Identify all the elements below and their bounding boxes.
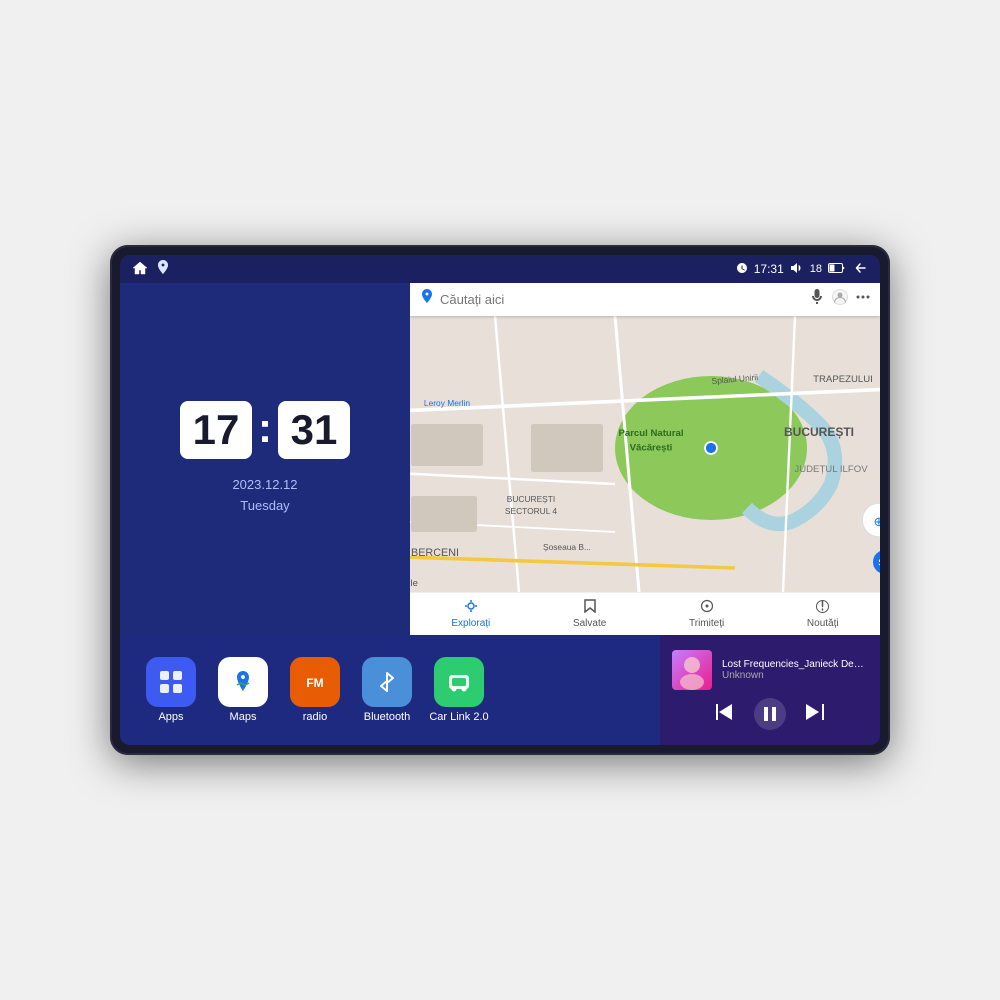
svg-text:BUCUREȘTI: BUCUREȘTI — [784, 425, 854, 439]
apps-section: Apps Maps — [120, 635, 660, 745]
status-right: 17:31 18 — [736, 261, 868, 278]
map-nav-saved[interactable]: Salvate — [573, 599, 606, 629]
music-text: Lost Frequencies_Janieck Devy-... Unknow… — [722, 659, 868, 681]
maps-icon — [218, 657, 268, 707]
music-title: Lost Frequencies_Janieck Devy-... — [722, 659, 868, 670]
volume-icon[interactable] — [790, 262, 804, 277]
music-thumbnail — [672, 650, 712, 690]
battery-icon — [828, 263, 846, 276]
music-thumbnail-img — [672, 650, 712, 690]
battery-level: 18 — [810, 263, 822, 275]
device: 17:31 18 — [110, 245, 890, 755]
next-button[interactable] — [806, 704, 824, 725]
mic-icon[interactable] — [810, 289, 824, 310]
svg-text:Leroy Merlin: Leroy Merlin — [424, 398, 470, 408]
status-left-icons — [132, 260, 170, 279]
status-time: 17:31 — [754, 262, 784, 276]
svg-text:Văcărești: Văcărești — [630, 442, 673, 453]
prev-button[interactable] — [716, 704, 734, 725]
music-artist: Unknown — [722, 670, 868, 681]
music-info: Lost Frequencies_Janieck Devy-... Unknow… — [672, 650, 868, 690]
map-pin-icon — [420, 289, 434, 310]
app-item-maps[interactable]: Maps — [212, 657, 274, 723]
maps-label: Maps — [230, 711, 257, 723]
svg-text:FM: FM — [306, 676, 323, 690]
app-item-bluetooth[interactable]: Bluetooth — [356, 657, 418, 723]
svg-text:⊕: ⊕ — [873, 514, 880, 529]
radio-label: radio — [303, 711, 327, 723]
carlink-icon — [434, 657, 484, 707]
explore-icon — [464, 599, 478, 616]
carlink-label: Car Link 2.0 — [429, 711, 488, 723]
top-section: 17 : 31 2023.12.12 Tuesday — [120, 283, 880, 635]
svg-text:Google: Google — [410, 578, 418, 589]
bluetooth-icon — [362, 657, 412, 707]
map-search-icons — [810, 289, 870, 310]
svg-text:SECTORUL 4: SECTORUL 4 — [505, 506, 558, 516]
svg-text:TRAPEZULUI: TRAPEZULUI — [813, 374, 873, 385]
main-content: 17 : 31 2023.12.12 Tuesday — [120, 283, 880, 745]
map-bottom-nav: Explorați Salvate — [410, 592, 880, 635]
saved-label: Salvate — [573, 618, 606, 629]
bluetooth-label: Bluetooth — [364, 711, 410, 723]
back-icon[interactable] — [852, 261, 868, 278]
play-pause-button[interactable] — [754, 698, 786, 730]
map-search-input[interactable] — [440, 292, 804, 307]
screen: 17:31 18 — [120, 255, 880, 745]
account-icon[interactable] — [832, 289, 848, 310]
music-section: Lost Frequencies_Janieck Devy-... Unknow… — [660, 635, 880, 745]
apps-icon — [146, 657, 196, 707]
map-area[interactable]: Parcul Natural Văcărești Leroy Merlin BU… — [410, 316, 880, 592]
news-label: Noutăți — [807, 618, 839, 629]
svg-text:BERCENI: BERCENI — [411, 547, 459, 559]
map-nav-explore[interactable]: Explorați — [451, 599, 490, 629]
music-controls — [672, 698, 868, 730]
home-icon[interactable] — [132, 261, 148, 278]
clock-panel: 17 : 31 2023.12.12 Tuesday — [120, 283, 410, 635]
map-nav-news[interactable]: Noutăți — [807, 600, 839, 629]
clock-minute: 31 — [278, 401, 350, 459]
send-label: Trimiteți — [689, 618, 724, 629]
bottom-section: Apps Maps — [120, 635, 880, 745]
radio-icon: FM — [290, 657, 340, 707]
clock-display: 17 : 31 — [180, 401, 350, 459]
svg-text:Șoseaua B...: Șoseaua B... — [543, 542, 591, 552]
map-nav-send[interactable]: Trimiteți — [689, 599, 724, 629]
app-item-carlink[interactable]: Car Link 2.0 — [428, 657, 490, 723]
news-icon — [816, 600, 829, 616]
app-item-apps[interactable]: Apps — [140, 657, 202, 723]
svg-text:START: START — [878, 558, 880, 569]
svg-text:Parcul Natural: Parcul Natural — [618, 428, 683, 439]
map-search-bar — [410, 283, 880, 316]
clock-date: 2023.12.12 Tuesday — [232, 475, 297, 517]
send-icon — [700, 599, 714, 616]
more-icon[interactable] — [856, 290, 870, 309]
saved-icon — [584, 599, 596, 616]
explore-label: Explorați — [451, 618, 490, 629]
map-panel: Parcul Natural Văcărești Leroy Merlin BU… — [410, 283, 880, 635]
svg-text:JUDEȚUL ILFOV: JUDEȚUL ILFOV — [794, 464, 868, 475]
clock-colon: : — [258, 404, 272, 452]
signal-icon — [736, 262, 748, 277]
status-bar: 17:31 18 — [120, 255, 880, 283]
apps-label: Apps — [158, 711, 183, 723]
maps-status-icon[interactable] — [156, 260, 170, 279]
svg-text:BUCUREȘTI: BUCUREȘTI — [507, 494, 555, 504]
app-item-radio[interactable]: FM radio — [284, 657, 346, 723]
clock-hour: 17 — [180, 401, 252, 459]
